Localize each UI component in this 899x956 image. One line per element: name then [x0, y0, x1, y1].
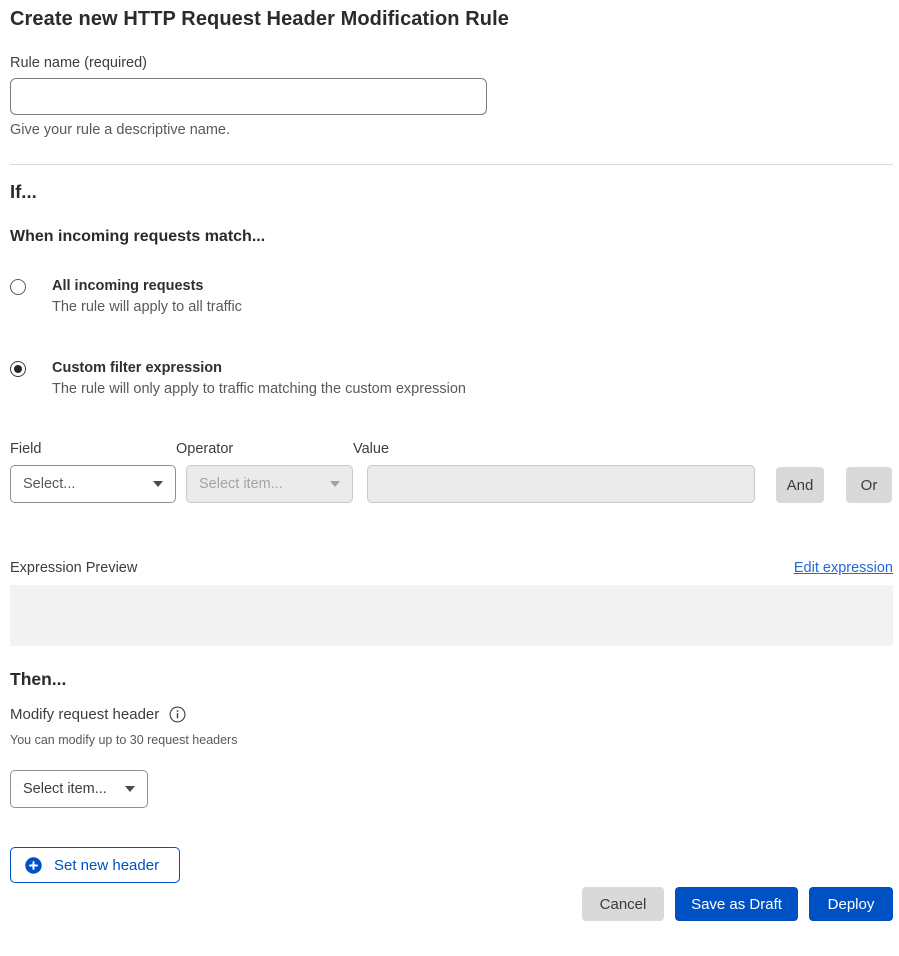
then-heading: Then... — [10, 669, 893, 690]
save-as-draft-button[interactable]: Save as Draft — [675, 887, 798, 921]
radio-option-custom-filter[interactable]: Custom filter expression The rule will o… — [10, 360, 893, 397]
rule-name-input[interactable] — [10, 78, 487, 115]
expression-preview-header: Expression Preview Edit expression — [10, 560, 893, 576]
radio-icon[interactable] — [10, 361, 26, 377]
value-label: Value — [353, 441, 755, 457]
operator-label: Operator — [176, 441, 353, 457]
radio-label: Custom filter expression — [52, 360, 466, 376]
set-new-header-label: Set new header — [54, 857, 159, 874]
rule-name-helper: Give your rule a descriptive name. — [10, 122, 893, 138]
set-new-header-button[interactable]: Set new header — [10, 847, 180, 883]
operator-select: Select item... — [186, 465, 353, 503]
radio-icon[interactable] — [10, 279, 26, 295]
radio-label: All incoming requests — [52, 278, 242, 294]
info-icon[interactable] — [169, 706, 186, 723]
field-select[interactable]: Select... — [10, 465, 176, 503]
expression-preview-label: Expression Preview — [10, 560, 137, 576]
expression-builder-row: Field Select... Operator Select item... … — [10, 441, 893, 503]
if-heading: If... — [10, 181, 893, 203]
rule-name-section: Rule name (required) Give your rule a de… — [10, 55, 893, 138]
match-radio-group: All incoming requests The rule will appl… — [10, 278, 893, 397]
header-action-select-value: Select item... — [23, 781, 117, 797]
page-title: Create new HTTP Request Header Modificat… — [10, 8, 893, 31]
header-action-select[interactable]: Select item... — [10, 770, 148, 808]
cancel-button[interactable]: Cancel — [582, 887, 664, 921]
field-label: Field — [10, 441, 176, 457]
deploy-button[interactable]: Deploy — [809, 887, 893, 921]
rule-name-label: Rule name (required) — [10, 55, 893, 71]
value-input — [367, 465, 755, 503]
plus-circle-icon — [25, 857, 42, 874]
match-subheading: When incoming requests match... — [10, 228, 893, 246]
chevron-down-icon — [330, 481, 340, 487]
modify-request-header-label: Modify request header — [10, 706, 159, 723]
section-divider — [10, 164, 893, 165]
operator-select-value: Select item... — [199, 476, 322, 492]
edit-expression-link[interactable]: Edit expression — [794, 560, 893, 576]
radio-description: The rule will only apply to traffic matc… — [52, 381, 466, 397]
and-button[interactable]: And — [776, 467, 824, 503]
chevron-down-icon — [125, 786, 135, 792]
chevron-down-icon — [153, 481, 163, 487]
modify-header-helper: You can modify up to 30 request headers — [10, 733, 893, 747]
expression-preview-box — [10, 585, 893, 646]
modify-header-row: Modify request header — [10, 706, 893, 723]
or-button[interactable]: Or — [846, 467, 892, 503]
footer-actions: Cancel Save as Draft Deploy — [10, 887, 893, 921]
create-rule-page: Create new HTTP Request Header Modificat… — [0, 0, 899, 921]
radio-option-all-incoming[interactable]: All incoming requests The rule will appl… — [10, 278, 893, 315]
radio-description: The rule will apply to all traffic — [52, 299, 242, 315]
field-select-value: Select... — [23, 476, 145, 492]
